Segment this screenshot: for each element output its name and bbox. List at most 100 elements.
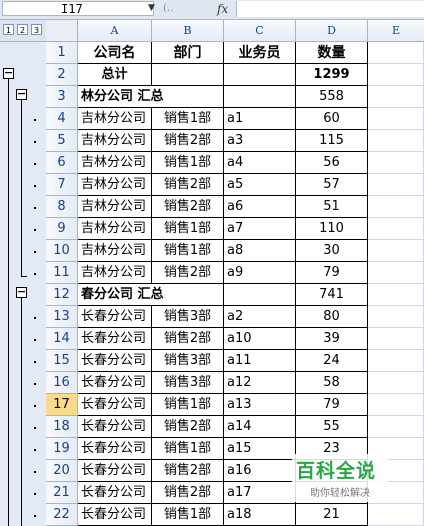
column-header-b[interactable]: B bbox=[152, 20, 224, 41]
cell-a2[interactable]: 总计 bbox=[78, 64, 152, 86]
cell-c8[interactable]: a6 bbox=[224, 196, 296, 218]
cell-d7[interactable]: 57 bbox=[296, 174, 368, 196]
outline-level-2-button[interactable]: 2 bbox=[17, 24, 28, 35]
cell-e16[interactable] bbox=[368, 372, 424, 394]
cell-e12[interactable] bbox=[368, 284, 424, 306]
insert-function-button[interactable]: fx bbox=[217, 0, 228, 18]
cell-a9[interactable]: 吉林分公司 bbox=[78, 218, 152, 240]
cell-b14[interactable]: 销售2部 bbox=[152, 328, 224, 350]
cell-d17[interactable]: 79 bbox=[296, 394, 368, 416]
collapse-level1-button[interactable]: − bbox=[3, 67, 14, 79]
chevron-down-icon[interactable]: ▼ bbox=[148, 3, 155, 13]
cell-c2[interactable] bbox=[224, 64, 296, 86]
cell-e10[interactable] bbox=[368, 240, 424, 262]
cell-d11[interactable]: 79 bbox=[296, 262, 368, 284]
cell-d14[interactable]: 39 bbox=[296, 328, 368, 350]
row-header-4[interactable]: 4 bbox=[46, 108, 78, 130]
cell-d10[interactable]: 30 bbox=[296, 240, 368, 262]
cell-c18[interactable]: a14 bbox=[224, 416, 296, 438]
cell-d13[interactable]: 80 bbox=[296, 306, 368, 328]
collapse-group-changchun-button[interactable]: − bbox=[16, 286, 27, 298]
cell-b4[interactable]: 销售1部 bbox=[152, 108, 224, 130]
cell-c7[interactable]: a5 bbox=[224, 174, 296, 196]
cell-c13[interactable]: a2 bbox=[224, 306, 296, 328]
cell-e2[interactable] bbox=[368, 64, 424, 86]
row-header-7[interactable]: 7 bbox=[46, 174, 78, 196]
cell-d18[interactable]: 55 bbox=[296, 416, 368, 438]
cell-c15[interactable]: a11 bbox=[224, 350, 296, 372]
row-header-6[interactable]: 6 bbox=[46, 152, 78, 174]
cell-b10[interactable]: 销售1部 bbox=[152, 240, 224, 262]
cell-d2[interactable]: 1299 bbox=[296, 64, 368, 86]
cell-a21[interactable]: 长春分公司 bbox=[78, 482, 152, 504]
column-header-e[interactable]: E bbox=[368, 20, 424, 41]
cell-b17[interactable]: 销售1部 bbox=[152, 394, 224, 416]
row-header-21[interactable]: 21 bbox=[46, 482, 78, 504]
cell-c16[interactable]: a12 bbox=[224, 372, 296, 394]
cell-e13[interactable] bbox=[368, 306, 424, 328]
cell-b20[interactable]: 销售2部 bbox=[152, 460, 224, 482]
cell-e1[interactable] bbox=[368, 42, 424, 64]
row-header-16[interactable]: 16 bbox=[46, 372, 78, 394]
row-header-1[interactable]: 1 bbox=[46, 42, 78, 64]
cell-d6[interactable]: 56 bbox=[296, 152, 368, 174]
cell-c11[interactable]: a9 bbox=[224, 262, 296, 284]
cell-b6[interactable]: 销售1部 bbox=[152, 152, 224, 174]
cell-a6[interactable]: 吉林分公司 bbox=[78, 152, 152, 174]
cell-a17[interactable]: 长春分公司 bbox=[78, 394, 152, 416]
cell-a5[interactable]: 吉林分公司 bbox=[78, 130, 152, 152]
cell-c20[interactable]: a16 bbox=[224, 460, 296, 482]
cell-a8[interactable]: 吉林分公司 bbox=[78, 196, 152, 218]
cell-a16[interactable]: 长春分公司 bbox=[78, 372, 152, 394]
cell-e4[interactable] bbox=[368, 108, 424, 130]
outline-level-3-button[interactable]: 3 bbox=[31, 24, 42, 35]
cell-c12[interactable] bbox=[224, 284, 296, 306]
cell-e9[interactable] bbox=[368, 218, 424, 240]
cell-a18[interactable]: 长春分公司 bbox=[78, 416, 152, 438]
cell-b22[interactable]: 销售1部 bbox=[152, 504, 224, 526]
cell-e5[interactable] bbox=[368, 130, 424, 152]
row-header-8[interactable]: 8 bbox=[46, 196, 78, 218]
cell-d4[interactable]: 60 bbox=[296, 108, 368, 130]
cell-b7[interactable]: 销售2部 bbox=[152, 174, 224, 196]
cell-b9[interactable]: 销售1部 bbox=[152, 218, 224, 240]
row-header-5[interactable]: 5 bbox=[46, 130, 78, 152]
cell-e7[interactable] bbox=[368, 174, 424, 196]
cell-c10[interactable]: a8 bbox=[224, 240, 296, 262]
cell-b21[interactable]: 销售2部 bbox=[152, 482, 224, 504]
cell-d8[interactable]: 51 bbox=[296, 196, 368, 218]
row-header-15[interactable]: 15 bbox=[46, 350, 78, 372]
cell-d5[interactable]: 115 bbox=[296, 130, 368, 152]
cell-a12[interactable]: 春分公司 汇总 bbox=[78, 284, 224, 306]
cell-c17[interactable]: a13 bbox=[224, 394, 296, 416]
row-header-18[interactable]: 18 bbox=[46, 416, 78, 438]
cell-d16[interactable]: 58 bbox=[296, 372, 368, 394]
cell-e14[interactable] bbox=[368, 328, 424, 350]
cell-b13[interactable]: 销售3部 bbox=[152, 306, 224, 328]
cell-e15[interactable] bbox=[368, 350, 424, 372]
row-header-12[interactable]: 12 bbox=[46, 284, 78, 306]
cell-c1[interactable]: 业务员 bbox=[224, 42, 296, 64]
cell-c6[interactable]: a4 bbox=[224, 152, 296, 174]
cell-e18[interactable] bbox=[368, 416, 424, 438]
cell-d1[interactable]: 数量 bbox=[296, 42, 368, 64]
formula-input[interactable] bbox=[236, 1, 424, 17]
cell-b18[interactable]: 销售2部 bbox=[152, 416, 224, 438]
cell-b2[interactable] bbox=[152, 64, 224, 86]
cell-e22[interactable] bbox=[368, 504, 424, 526]
cell-e3[interactable] bbox=[368, 86, 424, 108]
row-header-3[interactable]: 3 bbox=[46, 86, 78, 108]
cell-a7[interactable]: 吉林分公司 bbox=[78, 174, 152, 196]
cell-a13[interactable]: 长春分公司 bbox=[78, 306, 152, 328]
row-header-13[interactable]: 13 bbox=[46, 306, 78, 328]
row-header-11[interactable]: 11 bbox=[46, 262, 78, 284]
cell-c5[interactable]: a3 bbox=[224, 130, 296, 152]
cell-b15[interactable]: 销售3部 bbox=[152, 350, 224, 372]
cell-b11[interactable]: 销售2部 bbox=[152, 262, 224, 284]
cell-a3[interactable]: 林分公司 汇总 bbox=[78, 86, 224, 108]
cell-c19[interactable]: a15 bbox=[224, 438, 296, 460]
cell-a19[interactable]: 长春分公司 bbox=[78, 438, 152, 460]
cell-c3[interactable] bbox=[224, 86, 296, 108]
cell-d3[interactable]: 558 bbox=[296, 86, 368, 108]
row-header-20[interactable]: 20 bbox=[46, 460, 78, 482]
